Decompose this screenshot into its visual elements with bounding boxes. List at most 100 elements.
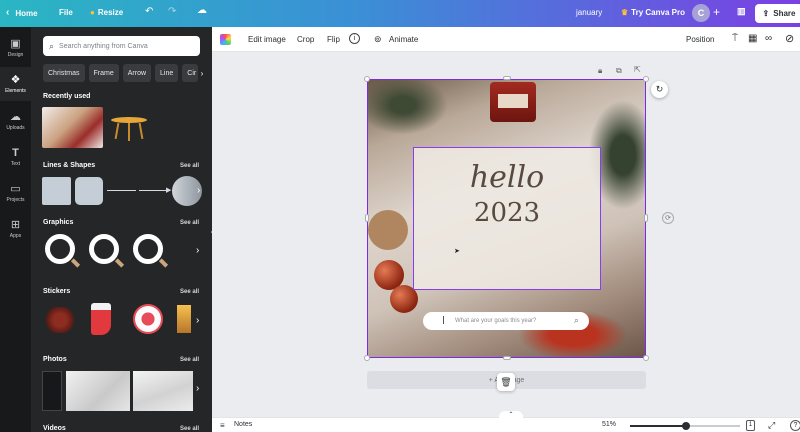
add-collaborator-icon[interactable]: + (713, 6, 720, 18)
recent-item-table-graphic[interactable] (109, 111, 149, 143)
apps-icon: ⊞ (10, 218, 21, 231)
rail-item-apps[interactable]: ⊞ Apps (0, 212, 31, 246)
magnifier-graphic[interactable] (45, 234, 75, 264)
photo-thumbnail[interactable] (42, 371, 62, 411)
year-heading[interactable]: 2023 (413, 198, 601, 228)
page-collapse-tab[interactable]: ⌃ (499, 411, 523, 419)
magnifier-graphic[interactable] (133, 234, 163, 264)
flip-button[interactable]: Flip (327, 35, 340, 44)
rail-label: Uploads (6, 124, 25, 131)
more-icon[interactable]: ⊘ (785, 32, 794, 45)
magnifier-graphic[interactable] (89, 234, 119, 264)
selection-handle[interactable] (364, 76, 370, 82)
help-button[interactable]: ? (790, 420, 800, 431)
magnifier-handle (158, 258, 169, 268)
chevron-right-icon[interactable]: › (197, 185, 200, 196)
notes-button[interactable]: Notes (234, 421, 252, 428)
rail-item-text[interactable]: T Text (0, 140, 31, 174)
shape-rounded-square[interactable] (75, 177, 103, 205)
search-icon: ⌕ (49, 40, 55, 51)
selection-handle[interactable] (365, 214, 369, 222)
zoom-level[interactable]: 51% (602, 421, 616, 428)
resize-button[interactable]: ● Resize (90, 8, 123, 17)
page-number: 1 (748, 422, 753, 428)
lock-icon[interactable]: 🔒︎ (598, 66, 602, 76)
add-page-icon[interactable]: ⇱ (634, 65, 641, 74)
redo-icon[interactable]: ↷ (168, 7, 176, 17)
rail-item-uploads[interactable]: ☁ Uploads (0, 104, 31, 138)
chevron-right-icon[interactable]: › (196, 383, 199, 394)
selection-handle[interactable] (643, 76, 649, 82)
info-icon[interactable]: i (349, 33, 360, 44)
sticker-berries[interactable] (43, 307, 77, 333)
see-all-graphics[interactable]: See all (180, 220, 199, 226)
position-button[interactable]: Position (686, 35, 714, 44)
page-counter[interactable]: 1 (746, 420, 755, 431)
duplicate-page-icon[interactable]: ⧉ (616, 66, 622, 76)
rail-item-projects[interactable]: ▭ Projects (0, 176, 31, 210)
transparency-icon[interactable]: ▦ (748, 33, 757, 44)
chip-frame[interactable]: Frame (88, 64, 119, 82)
color-swatch-icon[interactable] (220, 34, 231, 45)
sticker-ornament[interactable] (133, 304, 163, 334)
undo-icon[interactable]: ↶ (145, 7, 153, 17)
home-button[interactable]: ‹ Home (6, 8, 38, 18)
rotate-icon[interactable]: ⟳ (662, 212, 674, 224)
goals-search-bar[interactable]: What are your goals this year? ⌕ (423, 312, 589, 330)
chip-arrow[interactable]: Arrow (122, 64, 152, 82)
selection-handle[interactable] (503, 356, 511, 360)
chip-line[interactable]: Line (155, 64, 179, 82)
selection-handle[interactable] (643, 355, 649, 361)
shape-arrow-line[interactable] (139, 190, 168, 191)
fullscreen-icon[interactable]: ⤢ (768, 420, 775, 431)
help-label: ? (793, 422, 798, 429)
see-all-lines-shapes[interactable]: See all (180, 163, 199, 169)
crown-icon: ● (90, 8, 95, 17)
rail-item-design[interactable]: ▣ Design (0, 31, 31, 65)
search-input[interactable]: ⌕ Search anything from Canva (43, 36, 200, 56)
cloud-sync-icon[interactable]: ☁ (197, 6, 207, 16)
selection-handle[interactable] (364, 355, 370, 361)
side-rail: ▣ Design ❖ Elements ☁ Uploads T Text ▭ P… (0, 27, 31, 432)
paint-roller-icon[interactable]: ⍑ (732, 33, 738, 44)
shape-line[interactable] (107, 190, 136, 191)
link-icon[interactable]: ∞ (765, 33, 772, 44)
selection-handle[interactable] (644, 214, 648, 222)
see-all-videos[interactable]: See all (180, 426, 199, 432)
recent-item-christmas-photo[interactable] (42, 107, 103, 148)
shape-square[interactable] (42, 177, 71, 205)
zoom-slider-thumb[interactable] (682, 422, 691, 430)
chevron-right-icon[interactable]: › (196, 315, 199, 326)
goals-placeholder: What are your goals this year? (455, 318, 537, 324)
see-all-stickers[interactable]: See all (180, 289, 199, 295)
trash-icon[interactable]: 🗑︎ (497, 373, 515, 391)
crop-button[interactable]: Crop (297, 35, 314, 44)
arrowhead-icon: ▶ (166, 187, 172, 194)
photo-thumbnail[interactable] (133, 371, 193, 411)
try-pro-label: Try Canva Pro (631, 8, 685, 17)
zoom-slider[interactable] (630, 422, 740, 430)
rotate-handle[interactable]: ↻ (651, 81, 668, 98)
rail-item-elements[interactable]: ❖ Elements (0, 67, 31, 101)
folder-icon: ▭ (10, 182, 21, 195)
analytics-icon[interactable]: ▥ (737, 7, 746, 16)
selection-handle[interactable] (503, 76, 511, 80)
edit-image-button[interactable]: Edit image (248, 35, 286, 44)
avatar[interactable]: C (692, 4, 710, 22)
hello-heading[interactable]: hello (413, 160, 601, 195)
sticker-sparkler[interactable] (177, 305, 191, 333)
chevron-right-icon[interactable]: › (196, 245, 199, 256)
sticker-stocking[interactable] (91, 303, 111, 335)
file-label: File (59, 8, 73, 17)
share-button[interactable]: ⇪ Share (755, 4, 800, 23)
see-all-photos[interactable]: See all (180, 357, 199, 363)
document-title[interactable]: january (576, 8, 602, 17)
section-title-photos: Photos (43, 356, 67, 363)
animate-button[interactable]: Animate (389, 35, 418, 44)
file-menu[interactable]: File (59, 8, 73, 17)
chip-christmas[interactable]: Christmas (43, 64, 85, 82)
chips-next-button[interactable]: › (195, 64, 209, 82)
cursor-icon: ➤ (454, 248, 460, 255)
photo-thumbnail[interactable] (66, 371, 130, 411)
try-canva-pro-button[interactable]: ♛ Try Canva Pro (621, 8, 685, 17)
